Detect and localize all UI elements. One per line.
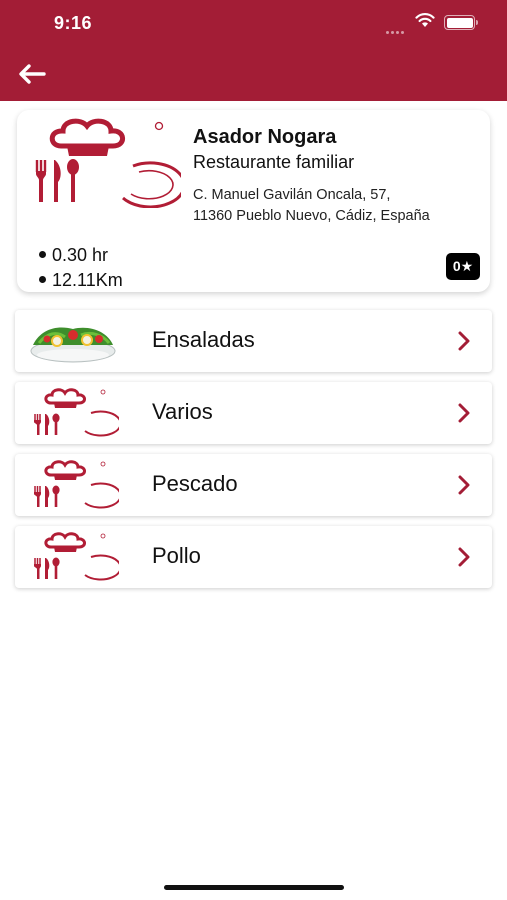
category-item-pollo[interactable]: Pollo [15,526,492,588]
category-item-ensaladas[interactable]: Ensaladas [15,310,492,372]
home-indicator[interactable] [164,885,344,890]
address-line-2: 11360 Pueblo Nuevo, Cádiz, España [193,208,430,224]
category-item-varios[interactable]: Varios [15,382,492,444]
chef-logo-icon [34,388,119,437]
battery-icon [444,15,478,30]
restaurant-name: Asador Nogara [193,126,337,148]
chevron-right-icon [458,331,470,351]
chevron-right-icon [458,475,470,495]
chef-logo-icon [34,532,119,581]
category-label: Varios [152,399,213,424]
category-label: Pollo [152,543,201,568]
status-time: 9:16 [54,13,93,33]
top-bar: 9:16 [0,0,507,101]
back-button[interactable] [18,59,52,89]
salad-bowl-icon [30,327,116,363]
restaurant-logo-icon [35,118,181,208]
restaurant-card: Asador Nogara Restaurante familiar C. Ma… [17,110,490,292]
restaurant-meta: 0.30 hr 12.11Km [39,243,123,293]
wifi-icon [415,13,435,27]
category-label: Pescado [152,471,238,496]
category-item-pescado[interactable]: Pescado [15,454,492,516]
rating-badge: 0★ [446,253,480,280]
category-label: Ensaladas [152,327,255,352]
chevron-right-icon [458,547,470,567]
delivery-time: 0.30 hr [39,243,123,268]
chevron-right-icon [458,403,470,423]
distance: 12.11Km [39,268,123,293]
restaurant-address: C. Manuel Gavilán Oncala, 57, 11360 Pueb… [193,185,488,227]
address-line-1: C. Manuel Gavilán Oncala, 57, [193,187,391,203]
chef-logo-icon [34,460,119,509]
back-arrow-icon [19,64,46,84]
cellular-signal-icon [386,21,408,34]
restaurant-type: Restaurante familiar [193,152,355,172]
